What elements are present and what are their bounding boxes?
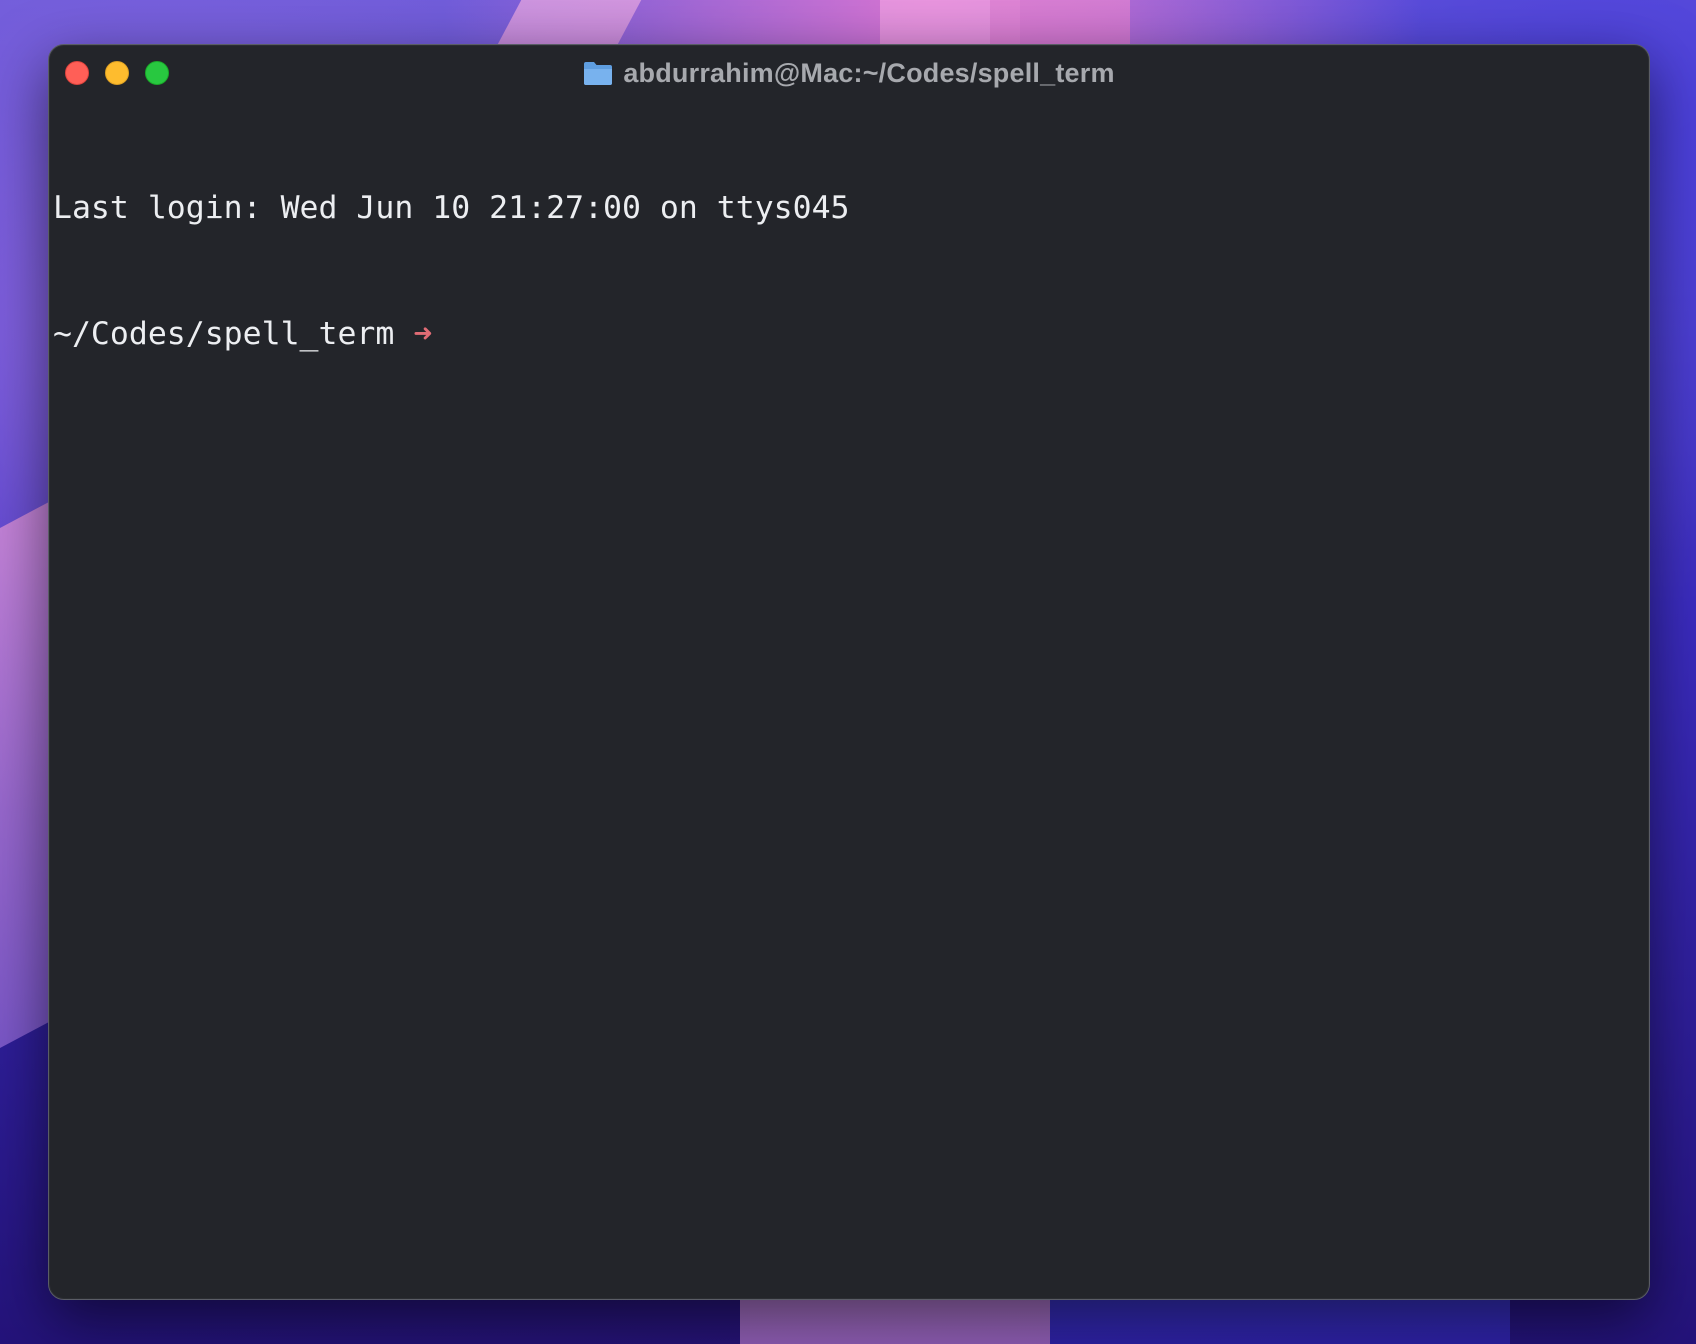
- window-title: abdurrahim@Mac:~/Codes/spell_term: [49, 57, 1649, 89]
- terminal-output[interactable]: Last login: Wed Jun 10 21:27:00 on ttys0…: [53, 103, 1639, 1289]
- prompt-line[interactable]: ~/Codes/spell_term ➜: [53, 313, 1639, 355]
- prompt-path: ~/Codes/spell_term: [53, 316, 395, 352]
- prompt-arrow-icon: ➜: [413, 316, 433, 352]
- last-login-line: Last login: Wed Jun 10 21:27:00 on ttys0…: [53, 190, 850, 226]
- window-title-text: abdurrahim@Mac:~/Codes/spell_term: [623, 57, 1115, 88]
- title-bar[interactable]: abdurrahim@Mac:~/Codes/spell_term: [49, 45, 1649, 101]
- folder-icon: [583, 60, 613, 86]
- terminal-window[interactable]: abdurrahim@Mac:~/Codes/spell_term Last l…: [48, 44, 1650, 1300]
